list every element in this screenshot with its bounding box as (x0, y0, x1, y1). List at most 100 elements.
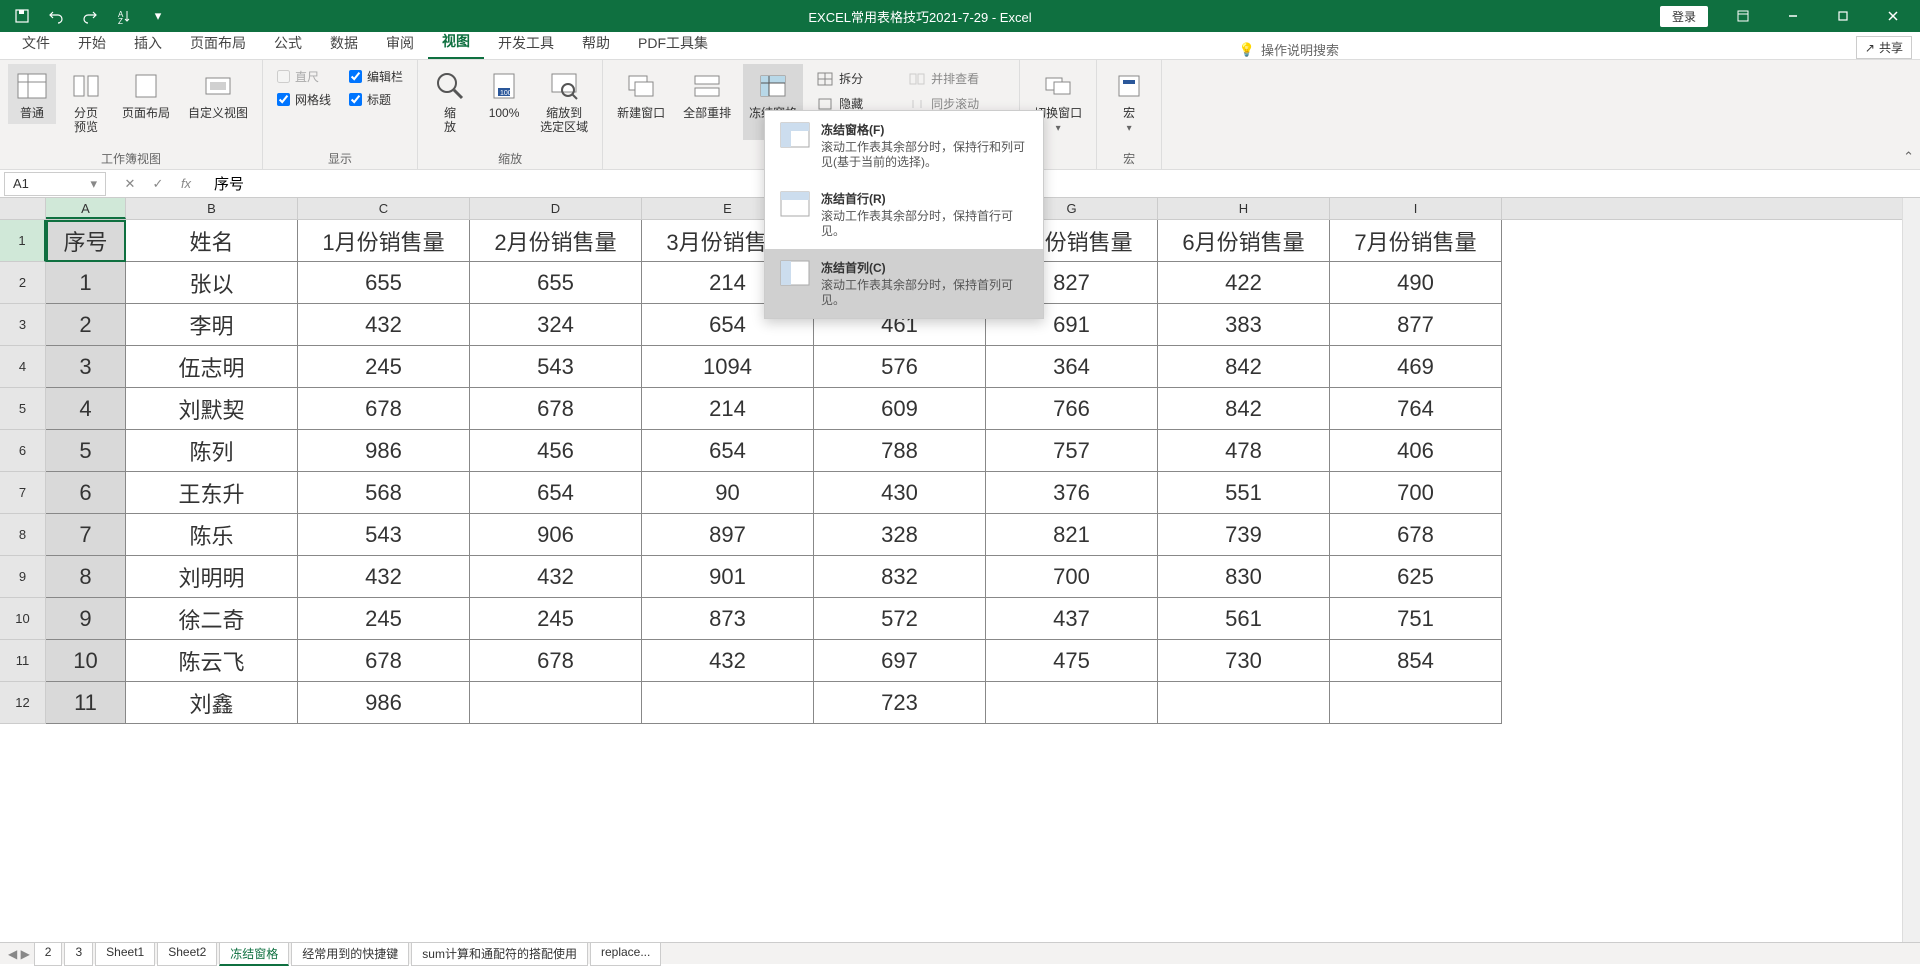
table-cell[interactable]: 543 (470, 346, 642, 388)
table-cell[interactable]: 2 (46, 304, 126, 346)
row-header[interactable]: 7 (0, 472, 46, 514)
table-cell[interactable]: 432 (298, 556, 470, 598)
sheet-tab[interactable]: replace... (590, 942, 661, 966)
table-cell[interactable]: 678 (470, 640, 642, 682)
vertical-scrollbar[interactable] (1902, 198, 1920, 942)
zoom-button[interactable]: 缩 放 (426, 64, 474, 138)
table-cell[interactable]: 伍志明 (126, 346, 298, 388)
table-cell[interactable]: 751 (1330, 598, 1502, 640)
new-window-button[interactable]: 新建窗口 (611, 64, 671, 124)
table-cell[interactable]: 572 (814, 598, 986, 640)
page-break-button[interactable]: 分页 预览 (62, 64, 110, 138)
table-cell[interactable]: 王东升 (126, 472, 298, 514)
column-header-B[interactable]: B (126, 198, 298, 219)
table-cell[interactable]: 430 (814, 472, 986, 514)
row-header[interactable]: 8 (0, 514, 46, 556)
split-button[interactable]: 拆分 (811, 68, 893, 89)
table-header-cell[interactable]: 序号 (46, 220, 126, 262)
table-cell[interactable]: 730 (1158, 640, 1330, 682)
table-cell[interactable]: 697 (814, 640, 986, 682)
table-cell[interactable]: 543 (298, 514, 470, 556)
table-cell[interactable] (986, 682, 1158, 724)
table-cell[interactable]: 8 (46, 556, 126, 598)
table-cell[interactable] (1330, 682, 1502, 724)
table-cell[interactable]: 李明 (126, 304, 298, 346)
sheet-tab[interactable]: Sheet1 (95, 942, 155, 966)
maximize-button[interactable] (1820, 0, 1866, 32)
close-button[interactable] (1870, 0, 1916, 32)
column-header-C[interactable]: C (298, 198, 470, 219)
table-cell[interactable]: 9 (46, 598, 126, 640)
table-cell[interactable]: 陈列 (126, 430, 298, 472)
table-header-cell[interactable]: 6月份销售量 (1158, 220, 1330, 262)
freeze-panes-option[interactable]: 冻结窗格(F)滚动工作表其余部分时，保持行和列可见(基于当前的选择)。 (765, 111, 1043, 180)
tab-数据[interactable]: 数据 (316, 27, 372, 59)
row-header[interactable]: 2 (0, 262, 46, 304)
row-header[interactable]: 1 (0, 220, 46, 262)
column-header-H[interactable]: H (1158, 198, 1330, 219)
normal-view-button[interactable]: 普通 (8, 64, 56, 124)
chevron-down-icon[interactable]: ▾ (90, 176, 97, 192)
sheet-tab[interactable]: sum计算和通配符的搭配使用 (411, 942, 588, 966)
table-cell[interactable]: 406 (1330, 430, 1502, 472)
tab-公式[interactable]: 公式 (260, 27, 316, 59)
page-layout-button[interactable]: 页面布局 (116, 64, 176, 124)
table-cell[interactable]: 469 (1330, 346, 1502, 388)
table-cell[interactable]: 11 (46, 682, 126, 724)
table-cell[interactable]: 364 (986, 346, 1158, 388)
freeze-top-row-option[interactable]: 冻结首行(R)滚动工作表其余部分时，保持首行可见。 (765, 180, 1043, 249)
share-button[interactable]: ↗ 共享 (1856, 36, 1912, 59)
table-header-cell[interactable]: 7月份销售量 (1330, 220, 1502, 262)
table-cell[interactable]: 625 (1330, 556, 1502, 598)
ribbon-options-icon[interactable] (1720, 0, 1766, 32)
tab-视图[interactable]: 视图 (428, 25, 484, 59)
macros-button[interactable]: 宏▾ (1105, 64, 1153, 140)
table-cell[interactable]: 383 (1158, 304, 1330, 346)
custom-views-button[interactable]: 自定义视图 (182, 64, 254, 124)
table-header-cell[interactable]: 1月份销售量 (298, 220, 470, 262)
table-cell[interactable]: 576 (814, 346, 986, 388)
table-cell[interactable]: 245 (298, 598, 470, 640)
tab-开始[interactable]: 开始 (64, 27, 120, 59)
column-header-A[interactable]: A (46, 198, 126, 219)
sheet-tab[interactable]: 经常用到的快捷键 (291, 942, 409, 966)
name-box[interactable]: A1▾ (4, 172, 106, 196)
table-cell[interactable]: 陈云飞 (126, 640, 298, 682)
qat-more-icon[interactable]: ▾ (144, 4, 172, 28)
tell-me-search[interactable]: 💡 操作说明搜索 (1227, 40, 1351, 59)
table-cell[interactable]: 655 (298, 262, 470, 304)
table-cell[interactable]: 刘鑫 (126, 682, 298, 724)
row-header[interactable]: 9 (0, 556, 46, 598)
table-cell[interactable]: 5 (46, 430, 126, 472)
ruler-checkbox[interactable]: 直尺 (277, 68, 331, 85)
column-header-I[interactable]: I (1330, 198, 1502, 219)
table-cell[interactable]: 757 (986, 430, 1158, 472)
collapse-ribbon-icon[interactable]: ⌃ (1903, 149, 1914, 165)
select-all-corner[interactable] (0, 198, 46, 219)
table-cell[interactable] (470, 682, 642, 724)
table-cell[interactable]: 821 (986, 514, 1158, 556)
sheet-tab[interactable]: Sheet2 (157, 942, 217, 966)
formula-bar-checkbox[interactable]: 编辑栏 (349, 68, 403, 85)
arrange-all-button[interactable]: 全部重排 (677, 64, 737, 124)
table-cell[interactable]: 832 (814, 556, 986, 598)
tab-PDF工具集[interactable]: PDF工具集 (624, 27, 722, 59)
table-cell[interactable]: 739 (1158, 514, 1330, 556)
column-header-D[interactable]: D (470, 198, 642, 219)
table-cell[interactable]: 897 (642, 514, 814, 556)
table-cell[interactable] (1158, 682, 1330, 724)
confirm-formula-icon[interactable]: ✓ (144, 173, 172, 195)
sheet-tab[interactable]: 3 (64, 942, 93, 966)
table-cell[interactable]: 刘明明 (126, 556, 298, 598)
table-cell[interactable]: 678 (1330, 514, 1502, 556)
row-header[interactable]: 10 (0, 598, 46, 640)
table-cell[interactable]: 1 (46, 262, 126, 304)
table-cell[interactable]: 678 (298, 388, 470, 430)
table-cell[interactable]: 328 (814, 514, 986, 556)
tab-审阅[interactable]: 审阅 (372, 27, 428, 59)
table-cell[interactable]: 764 (1330, 388, 1502, 430)
table-cell[interactable]: 700 (986, 556, 1158, 598)
row-header[interactable]: 5 (0, 388, 46, 430)
table-cell[interactable]: 478 (1158, 430, 1330, 472)
zoom-100-button[interactable]: 100100% (480, 64, 528, 124)
